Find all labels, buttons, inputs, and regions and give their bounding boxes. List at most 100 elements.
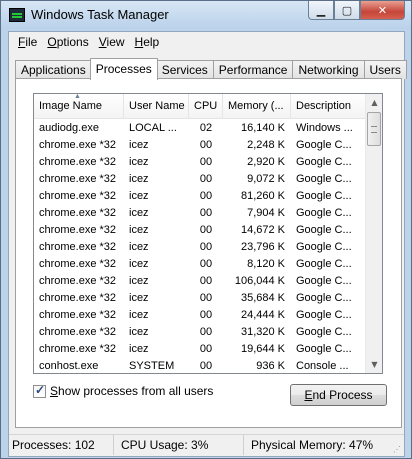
column-cpu[interactable]: CPU [189,94,223,119]
process-row[interactable]: chrome.exe *32 icez 00 24,444 K Google C... [34,307,366,324]
cell-cpu: 00 [199,207,213,219]
cell-description: Google C... [296,343,352,355]
tab-strip: Applications Processes Services Performa… [15,58,407,80]
cell-cpu: 00 [199,360,213,372]
process-row[interactable]: chrome.exe *32 icez 00 23,796 K Google C... [34,239,366,256]
cell-cpu: 00 [199,156,213,168]
cell-user-name: icez [129,309,149,321]
title-bar[interactable]: Windows Task Manager ▁ ▢ ✕ [1,1,411,29]
menu-file[interactable]: File [15,32,44,52]
minimize-button[interactable]: ▁ [308,1,334,20]
cell-memory: 2,248 K [247,139,285,151]
menu-options[interactable]: Options [44,32,95,52]
cell-user-name: icez [129,326,149,338]
process-row[interactable]: conhost.exe SYSTEM 00 936 K Console ... [34,358,366,373]
process-row[interactable]: chrome.exe *32 icez 00 106,044 K Google C... [34,273,366,290]
tab-users[interactable]: Users [363,60,407,79]
cell-image-name: chrome.exe *32 [39,241,117,253]
process-row[interactable]: chrome.exe *32 icez 00 9,072 K Google C... [34,171,366,188]
process-row[interactable]: chrome.exe *32 icez 00 31,320 K Google C... [34,324,366,341]
cell-description: Google C... [296,326,352,338]
scroll-down-button[interactable]: ▼ [366,356,382,373]
cell-cpu: 00 [199,224,213,236]
status-physical-memory: Physical Memory: 47% [251,438,374,452]
cell-memory: 16,140 K [240,122,285,134]
column-user-name[interactable]: User Name [124,94,189,119]
cell-description: Google C... [296,173,352,185]
cell-description: Google C... [296,241,352,253]
cell-memory: 2,920 K [247,156,285,168]
cell-description: Google C... [296,190,352,202]
cell-memory: 936 K [256,360,285,372]
show-all-users-option[interactable]: Show processes from all users [33,383,214,398]
cell-user-name: icez [129,207,149,219]
tab-applications[interactable]: Applications [15,60,92,79]
process-row[interactable]: chrome.exe *32 icez 00 8,120 K Google C... [34,256,366,273]
status-processes: Processes: 102 [9,435,114,455]
close-button[interactable]: ✕ [360,1,405,20]
process-row[interactable]: audiodg.exe LOCAL ... 02 16,140 K Windows ..… [34,120,366,137]
process-row[interactable]: chrome.exe *32 icez 00 7,904 K Google C... [34,205,366,222]
process-row[interactable]: chrome.exe *32 icez 00 81,260 K Google C... [34,188,366,205]
cell-image-name: chrome.exe *32 [39,326,117,338]
cell-memory: 31,320 K [240,326,285,338]
cell-image-name: conhost.exe [39,360,99,372]
scroll-up-arrow-icon: ▲ [371,98,378,107]
process-row[interactable]: chrome.exe *32 icez 00 2,920 K Google C... [34,154,366,171]
process-row[interactable]: chrome.exe *32 icez 00 19,644 K Google C... [34,341,366,358]
process-row[interactable]: chrome.exe *32 icez 00 14,672 K Google C... [34,222,366,239]
scroll-up-button[interactable]: ▲ [366,94,382,111]
menu-help[interactable]: Help [132,32,167,52]
column-description[interactable]: Description [291,94,366,119]
cell-cpu: 00 [199,173,213,185]
tab-performance[interactable]: Performance [212,60,294,79]
sort-ascending-icon: ▲ [74,94,81,100]
tab-processes[interactable]: Processes [89,58,158,80]
cell-user-name: icez [129,275,149,287]
tab-services[interactable]: Services [155,60,214,79]
show-all-users-checkbox[interactable] [33,383,46,398]
process-list-header: ▲ Image Name User Name CPU Memory (... D… [34,94,366,119]
cell-cpu: 00 [199,139,213,151]
show-all-users-label: Show processes from all users [50,384,214,398]
maximize-icon: ▢ [341,3,353,17]
cell-image-name: chrome.exe *32 [39,139,117,151]
cell-user-name: icez [129,224,149,236]
cell-memory: 19,644 K [240,343,285,355]
vertical-scrollbar[interactable]: ▲ ▼ [365,94,382,373]
column-image-name[interactable]: ▲ Image Name [34,94,124,119]
scrollbar-thumb[interactable] [367,112,381,146]
processes-panel: ▲ Image Name User Name CPU Memory (... D… [15,78,402,428]
cell-user-name: icez [129,343,149,355]
cell-cpu: 00 [199,258,213,270]
cell-memory: 8,120 K [247,258,285,270]
column-memory[interactable]: Memory (... [223,94,291,119]
cell-memory: 9,072 K [247,173,285,185]
process-list[interactable]: ▲ Image Name User Name CPU Memory (... D… [33,93,383,374]
cell-image-name: chrome.exe *32 [39,190,117,202]
close-icon: ✕ [377,3,388,17]
cell-image-name: chrome.exe *32 [39,292,117,304]
end-process-button[interactable]: End Process [290,384,387,406]
tab-networking[interactable]: Networking [292,60,365,79]
menu-view[interactable]: View [96,32,132,52]
cell-image-name: chrome.exe *32 [39,343,117,355]
cell-memory: 23,796 K [240,241,285,253]
cell-description: Google C... [296,224,352,236]
resize-grip-icon[interactable]: ⋰ [393,445,403,455]
cell-memory: 24,444 K [240,309,285,321]
maximize-button[interactable]: ▢ [334,1,360,20]
window-title: Windows Task Manager [31,7,169,22]
end-process-label: End Process [304,388,373,402]
process-row[interactable]: chrome.exe *32 icez 00 35,684 K Google C... [34,290,366,307]
cell-user-name: icez [129,292,149,304]
cell-description: Windows ... [296,122,353,134]
cell-cpu: 00 [199,326,213,338]
task-manager-window: Windows Task Manager ▁ ▢ ✕ File Options … [0,0,412,459]
process-row[interactable]: chrome.exe *32 icez 00 2,248 K Google C... [34,137,366,154]
menu-bar: File Options View Help [9,32,404,52]
status-bar: Processes: 102 CPU Usage: 3% Physical Me… [9,434,404,456]
cell-description: Google C... [296,156,352,168]
cell-user-name: icez [129,190,149,202]
cell-user-name: icez [129,139,149,151]
